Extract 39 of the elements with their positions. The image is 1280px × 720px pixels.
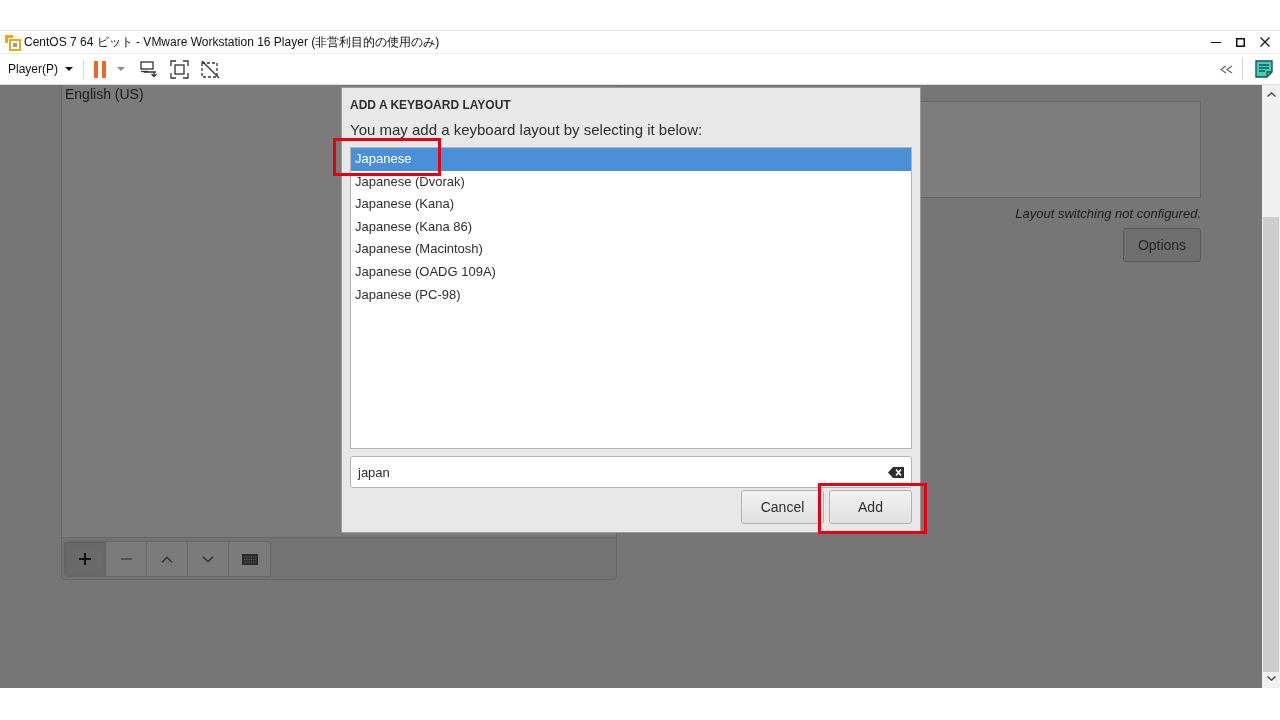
add-button[interactable]: Add (829, 490, 912, 524)
scrollbar-thumb[interactable] (1263, 217, 1279, 672)
maximize-icon[interactable] (1236, 37, 1245, 47)
layout-list-item[interactable]: English (US) (65, 86, 144, 102)
option-item[interactable]: Japanese (Macintosh) (351, 238, 911, 261)
window-title: CentOS 7 64 ビット - VMware Workstation 16 Player (非営利目的の使用のみ) (24, 33, 440, 51)
option-item[interactable]: Japanese (Kana 86) (351, 215, 911, 239)
preview-button[interactable] (229, 542, 270, 576)
dialog-title: ADD A KEYBOARD LAYOUT (350, 97, 511, 113)
search-field[interactable]: japan (350, 456, 912, 488)
scroll-down-icon[interactable] (1266, 676, 1276, 681)
app-icon (4, 33, 21, 51)
monitor-arrow-icon[interactable] (140, 60, 158, 78)
caret-icon[interactable] (117, 67, 125, 71)
option-item[interactable]: Japanese (Dvorak) (351, 170, 911, 194)
fullscreen-icon[interactable] (170, 59, 189, 79)
scrollbar-track[interactable] (1262, 85, 1280, 688)
minimize-icon[interactable] (1211, 41, 1221, 43)
option-item[interactable]: Japanese (PC-98) (351, 283, 911, 307)
double-chevron-icon[interactable] (1220, 64, 1233, 74)
scroll-up-icon[interactable] (1266, 92, 1276, 97)
switching-status: Layout switching not configured. (1015, 205, 1201, 222)
add-button[interactable] (65, 542, 106, 576)
plus-icon (79, 553, 91, 565)
chevron-down-icon (202, 555, 214, 563)
option-item[interactable]: Japanese (Kana) (351, 193, 911, 216)
option-item[interactable]: Japanese (OADG 109A) (351, 260, 911, 284)
caret-icon (65, 67, 73, 71)
crossed-window-icon[interactable] (201, 59, 220, 79)
player-menu[interactable]: Player(P) (6, 60, 75, 78)
dialog-prompt: You may add a keyboard layout by selecting it below: (350, 121, 703, 139)
clear-icon[interactable] (888, 466, 904, 478)
close-icon[interactable] (1260, 37, 1270, 47)
minus-icon (120, 558, 132, 560)
pause-icon[interactable] (94, 60, 106, 78)
cancel-button[interactable]: Cancel (741, 490, 824, 524)
note-icon[interactable] (1255, 60, 1273, 78)
chevron-up-icon (161, 555, 173, 563)
keyboard-icon (241, 553, 258, 565)
